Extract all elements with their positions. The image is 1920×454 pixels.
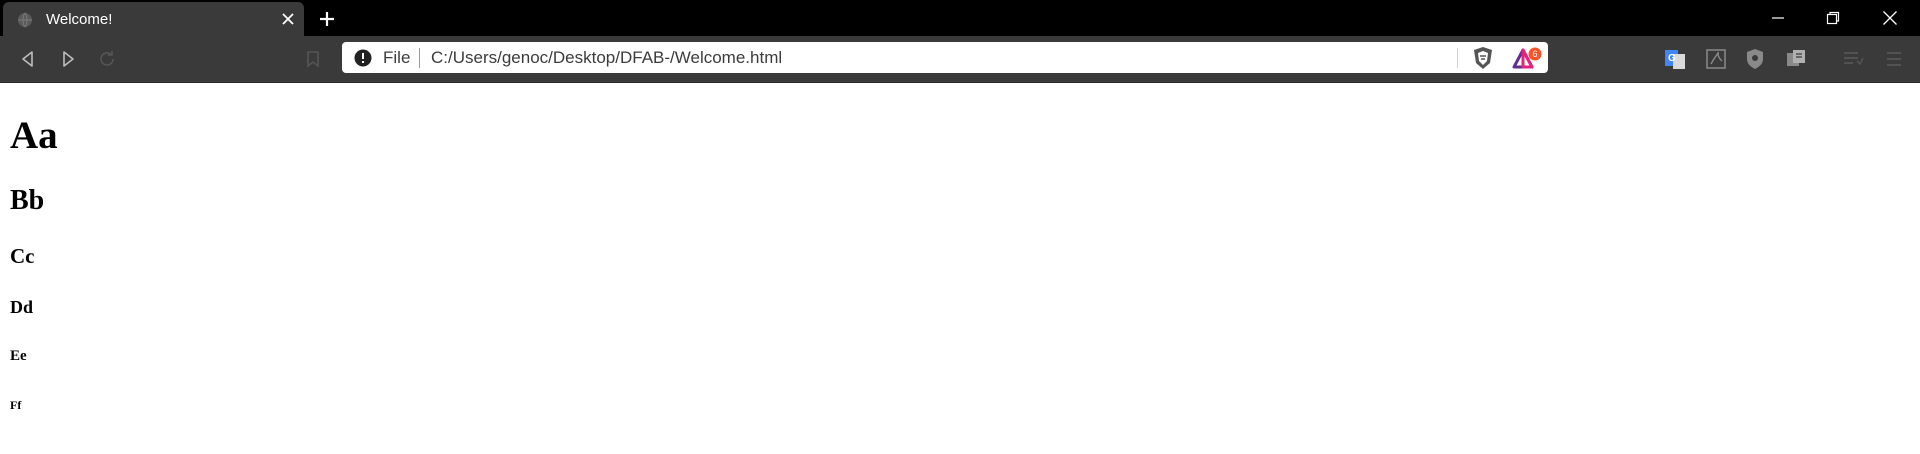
bookmark-icon[interactable]: [303, 49, 323, 69]
close-window-button[interactable]: [1862, 0, 1918, 36]
minimize-button[interactable]: [1750, 0, 1806, 36]
address-bar[interactable]: File C:/Users/genoc/Desktop/DFAB-/Welcom…: [342, 42, 1548, 73]
tab-strip: Welcome!: [0, 0, 1920, 36]
minimize-icon: [1772, 17, 1784, 19]
divider: [1457, 48, 1458, 68]
heading-3: Cc: [10, 244, 35, 268]
heading-4: Dd: [10, 297, 34, 317]
pdf-icon[interactable]: [1705, 48, 1727, 70]
back-icon[interactable]: [18, 49, 38, 69]
heading-6: Ff: [10, 398, 22, 412]
google-translate-icon[interactable]: G: [1664, 48, 1686, 70]
menu-icon[interactable]: [1883, 48, 1905, 70]
restore-icon: [1826, 11, 1840, 25]
forward-icon[interactable]: [58, 49, 78, 69]
brave-rewards-icon[interactable]: 6: [1512, 47, 1542, 71]
reload-icon[interactable]: [97, 49, 117, 69]
shield-icon[interactable]: [1744, 48, 1766, 70]
tab-title: Welcome!: [46, 11, 113, 28]
heading-1: Aa: [10, 114, 58, 157]
info-icon[interactable]: [354, 49, 372, 67]
svg-text:G: G: [1668, 53, 1676, 64]
scheme-label: File: [383, 48, 411, 67]
globe-icon: [18, 12, 32, 28]
divider: [419, 48, 420, 68]
rewards-badge-count: 6: [1532, 49, 1537, 59]
heading-2: Bb: [10, 185, 45, 216]
new-tab-icon[interactable]: [317, 9, 337, 29]
heading-5: Ee: [10, 348, 27, 364]
reading-list-icon[interactable]: [1842, 48, 1864, 70]
close-tab-icon[interactable]: [280, 11, 296, 27]
restore-button[interactable]: [1805, 0, 1861, 36]
extension-icon[interactable]: [1785, 48, 1807, 70]
close-icon: [1883, 11, 1897, 25]
brave-shields-icon[interactable]: [1472, 46, 1494, 70]
url-text[interactable]: C:/Users/genoc/Desktop/DFAB-/Welcome.htm…: [431, 48, 782, 68]
toolbar: File C:/Users/genoc/Desktop/DFAB-/Welcom…: [0, 36, 1920, 83]
active-tab[interactable]: Welcome!: [3, 2, 304, 36]
